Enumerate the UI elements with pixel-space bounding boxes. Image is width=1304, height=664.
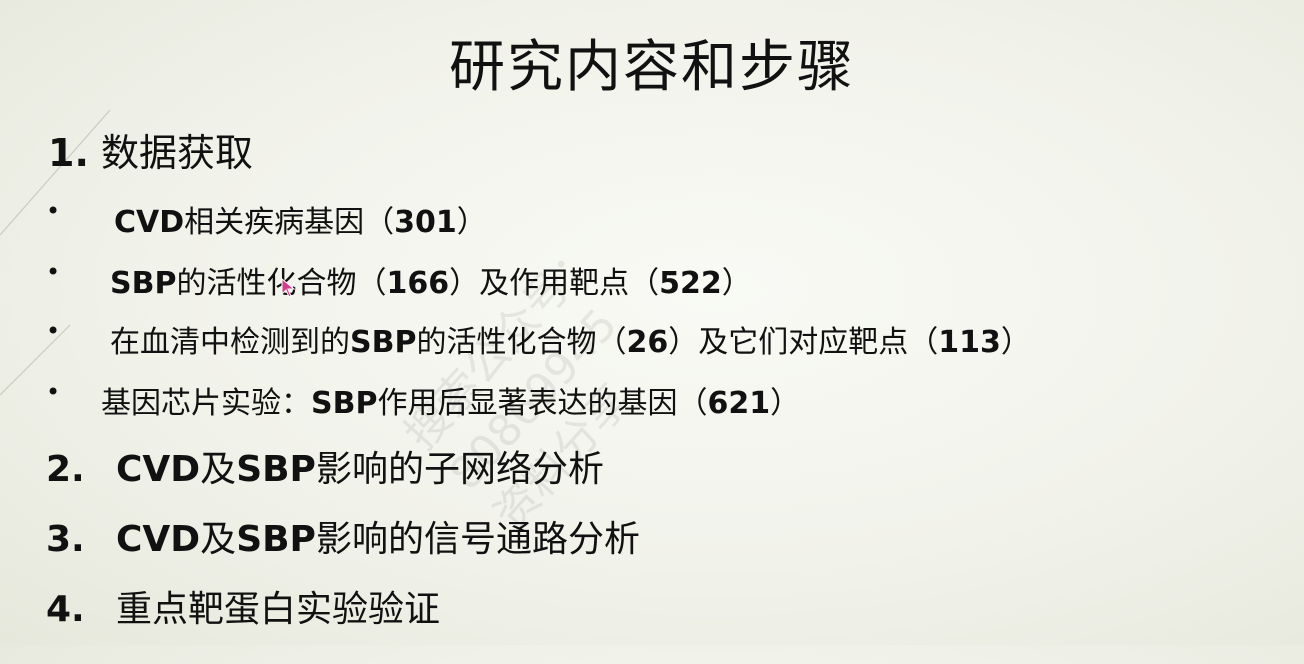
bullet-plain-text: ）及它们对应靶点（ bbox=[668, 325, 939, 360]
bullet-dot: • bbox=[46, 378, 61, 406]
bullet-plain-text: 的活性化合物（ bbox=[416, 325, 627, 360]
bullet-count: 621 bbox=[707, 386, 771, 421]
bullet-plain-text: ） bbox=[456, 205, 487, 240]
bullet-count: 26 bbox=[626, 325, 669, 360]
bullet-count: 166 bbox=[386, 266, 450, 301]
bullet-count: 522 bbox=[659, 266, 722, 301]
bullet-plain-text: ） bbox=[721, 266, 752, 301]
section-plain-text: 及 bbox=[200, 449, 237, 490]
bullet-plain-text: ） bbox=[1000, 325, 1031, 360]
bullet-bold-term: SBP bbox=[110, 266, 177, 301]
bullet-plain-text: 相关疾病基因（ bbox=[184, 205, 395, 240]
bullet-text: SBP的活性化合物（166）及作用靶点（522） bbox=[110, 258, 752, 302]
bullet-dot: • bbox=[46, 197, 61, 225]
bullet-bold-term: SBP bbox=[350, 325, 417, 360]
section-heading-4: 4. 重点靶蛋白实验验证 bbox=[46, 580, 440, 632]
slide-title: 研究内容和步骤 bbox=[449, 35, 855, 100]
bullet-bold-term: CVD bbox=[114, 205, 185, 240]
bullet-plain-text: 在血清中检测到的 bbox=[110, 325, 350, 360]
bullet-dot: • bbox=[46, 258, 61, 286]
bullet-plain-text: ） bbox=[770, 386, 801, 421]
section-bold-term: CVD bbox=[116, 519, 201, 560]
section-plain-text: 及 bbox=[200, 519, 237, 560]
section-label: 数据获取 bbox=[100, 131, 253, 175]
section-number: 3. bbox=[46, 519, 85, 560]
section-plain-text: 重点靶蛋白实验验证 bbox=[116, 589, 441, 630]
section-plain-text: 影响的信号通路分析 bbox=[315, 519, 640, 560]
section-number: 4. bbox=[46, 589, 85, 630]
bullet-count: 301 bbox=[394, 205, 457, 240]
section-heading-1: 1. 数据获取 bbox=[48, 122, 253, 177]
slide: 搜索公众号： 80869945 资料分享 研究内容和步骤 1. 数据获取 • C… bbox=[0, 0, 1304, 645]
bullet-count: 113 bbox=[938, 325, 1001, 360]
mouse-cursor-icon bbox=[281, 278, 296, 298]
section-plain-text: 影响的子网络分析 bbox=[315, 449, 604, 490]
section-number: 2. bbox=[46, 449, 85, 490]
bullet-text: 在血清中检测到的SBP的活性化合物（26）及它们对应靶点（113） bbox=[110, 317, 1031, 361]
bullet-text: 基因芯片实验：SBP作用后显著表达的基因（621） bbox=[101, 378, 800, 422]
section-number: 1. bbox=[48, 131, 89, 175]
section-heading-2: 2. CVD及SBP影响的子网络分析 bbox=[46, 440, 604, 492]
bullet-text: CVD相关疾病基因（301） bbox=[114, 197, 487, 241]
section-bold-term: CVD bbox=[116, 449, 201, 490]
bullet-bold-term: SBP bbox=[311, 386, 378, 421]
bullet-plain-text: 作用后显著表达的基因（ bbox=[377, 386, 708, 421]
bullet-plain-text: ）及作用靶点（ bbox=[449, 266, 660, 301]
bullet-dot: • bbox=[46, 317, 61, 345]
section-bold-term: SBP bbox=[236, 449, 316, 490]
section-bold-term: SBP bbox=[236, 519, 316, 560]
section-heading-3: 3. CVD及SBP影响的信号通路分析 bbox=[46, 510, 640, 562]
bullet-plain-text: 基因芯片实验： bbox=[101, 386, 311, 421]
